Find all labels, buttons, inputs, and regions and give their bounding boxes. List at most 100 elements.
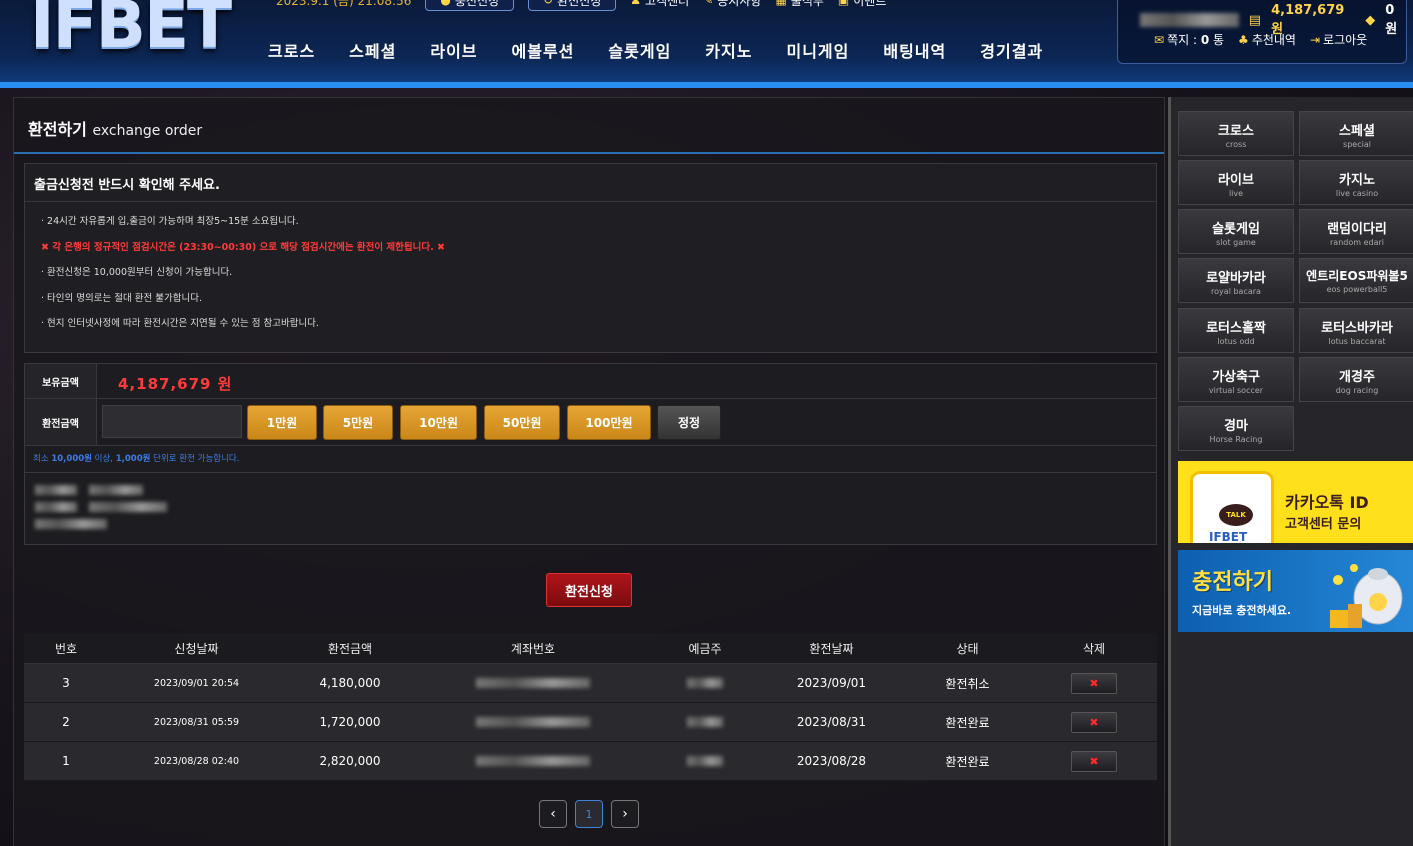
exchange-icon: ↻ — [543, 0, 554, 7]
phone-icon: TALK IFBET — [1190, 471, 1274, 543]
customer-center-link[interactable]: ♟ 고객센터 — [630, 0, 689, 9]
exchange-form: 보유금액 4,187,679 원 환전금액 1만원 5만원 10만원 50만원 … — [24, 363, 1157, 545]
side-game-live[interactable]: 라이브 live — [1178, 160, 1294, 205]
kakao-banner[interactable]: TALK IFBET 카카오톡 ID 고객센터 문의 — [1178, 461, 1413, 543]
notice-item: · 타인의 명의로는 절대 환전 불가합니다. — [41, 292, 202, 304]
nav-results[interactable]: 경기결과 — [980, 38, 1043, 62]
coin-icon: ● — [440, 0, 451, 7]
banner-logo: IFBET — [1209, 530, 1248, 543]
envelope-icon: ✉ — [1154, 33, 1165, 47]
account-holder-redacted — [687, 678, 723, 688]
side-game-random-edari[interactable]: 랜덤이다리 random edari — [1299, 209, 1413, 254]
side-game-royal-bacara[interactable]: 로얄바카라 royal bacara — [1178, 258, 1294, 303]
attendance-link[interactable]: ▦ 출석부 — [775, 0, 823, 9]
side-game-dog-racing[interactable]: 개경주 dog racing — [1299, 357, 1413, 402]
deposit-request-button[interactable]: ● 충전신청 — [425, 0, 515, 11]
memo-link[interactable]: ✉ 쪽지 : 0 통 — [1154, 31, 1224, 48]
account-number-redacted — [476, 756, 590, 766]
wallet-icon: ▤ — [1248, 12, 1262, 28]
current-datetime: 2023.9.1 (금) 21:08:56 — [276, 0, 412, 8]
amount-input[interactable] — [102, 405, 242, 438]
side-game-lotus-odd[interactable]: 로터스홀짝 lotus odd — [1178, 308, 1294, 353]
right-sidebar: 크로스 cross 스페셜 special 라이브 live 카지노 live casi… — [1168, 97, 1413, 846]
exchange-history-table: 번호 신청날짜 환전금액 계좌번호 예금주 환전날짜 상태 삭제 3 2023/… — [24, 633, 1157, 781]
table-row: 2 2023/08/31 05:59 1,720,000 2023/08/31 … — [24, 703, 1157, 742]
money-bag-icon — [1330, 564, 1403, 628]
delete-row-button[interactable]: ✖ — [1071, 672, 1117, 694]
side-game-cross[interactable]: 크로스 cross — [1178, 111, 1294, 156]
notice-item: · 현지 인터넷사정에 따라 환전시간은 지연될 수 있는 점 참고바랍니다. — [41, 318, 319, 329]
recommend-link[interactable]: ♣ 추천내역 — [1238, 31, 1296, 48]
side-game-eos-powerball[interactable]: 엔트리EOS파워볼5 eos powerball5 — [1299, 258, 1413, 303]
title-divider — [14, 152, 1164, 154]
nav-bet-history[interactable]: 배팅내역 — [883, 38, 946, 62]
diamond-icon: ◆ — [1365, 12, 1376, 28]
prev-page-button[interactable]: ‹ — [539, 800, 567, 828]
kakao-talk-icon: TALK — [1219, 504, 1253, 526]
side-game-slot[interactable]: 슬롯게임 slot game — [1178, 209, 1294, 254]
side-game-special[interactable]: 스페셜 special — [1299, 111, 1413, 156]
pagination: ‹ 1 › — [539, 800, 639, 828]
add-1000000-button[interactable]: 100만원 — [567, 405, 651, 440]
kakao-title: 카카오톡 ID — [1285, 493, 1369, 512]
main-nav: 크로스 스페셜 라이브 에볼루션 슬롯게임 카지노 미니게임 배팅내역 경기결과 — [268, 38, 1077, 62]
side-game-virtual-soccer[interactable]: 가상축구 virtual soccer — [1178, 357, 1294, 402]
exchange-panel: 환전하기 exchange order 출금신청전 반드시 확인해 주세요. ·… — [13, 97, 1165, 846]
next-page-button[interactable]: › — [611, 800, 639, 828]
account-number-redacted — [476, 717, 590, 727]
add-100000-button[interactable]: 10만원 — [400, 405, 477, 440]
balance-value: 4,187,679 원 — [118, 375, 233, 393]
add-10000-button[interactable]: 1만원 — [247, 405, 317, 440]
notice-item: · 환전신청은 10,000원부터 신청이 가능합니다. — [41, 267, 233, 278]
logout-link[interactable]: ⇥ 로그아웃 — [1310, 31, 1367, 48]
headset-icon: ♟ — [630, 0, 642, 7]
exchange-submit-button[interactable]: 환전신청 — [546, 573, 632, 607]
notice-item: · 24시간 자유롭게 입,출금이 가능하며 최장5~15분 소요됩니다. — [41, 216, 299, 227]
reset-amount-button[interactable]: 정정 — [657, 405, 721, 440]
side-game-casino[interactable]: 카지노 live casino — [1299, 160, 1413, 205]
user-name-redacted — [1140, 13, 1239, 27]
balance-label: 보유금액 — [25, 364, 97, 398]
nav-live[interactable]: 라이브 — [430, 38, 477, 62]
notice-item-warning: ✖ 각 은행의 정규적인 점검시간은 (23:30~00:30) 으로 해당 점… — [41, 241, 445, 253]
calendar-icon: ▦ — [775, 0, 787, 7]
account-holder-redacted — [687, 717, 723, 727]
user-point: 0원 — [1385, 3, 1398, 37]
side-game-horse-racing[interactable]: 경마 Horse Racing — [1178, 406, 1294, 451]
add-500000-button[interactable]: 50만원 — [484, 405, 560, 440]
nav-evolution[interactable]: 에볼루션 — [512, 38, 575, 62]
side-game-lotus-baccarat[interactable]: 로터스바카라 lotus baccarat — [1299, 308, 1413, 353]
table-row: 3 2023/09/01 20:54 4,180,000 2023/09/01 … — [24, 664, 1157, 703]
event-link[interactable]: ▣ 이벤트 — [838, 0, 886, 9]
nav-cross[interactable]: 크로스 — [268, 38, 315, 62]
notice-list: · 24시간 자유롭게 입,출금이 가능하며 최장5~15분 소요됩니다. ✖ … — [25, 202, 1156, 340]
charge-title: 충전하기 — [1192, 570, 1273, 595]
gift-icon: ▣ — [837, 0, 850, 7]
charge-banner[interactable]: 충전하기 지금바로 충전하세요. — [1178, 550, 1413, 632]
account-number-redacted — [476, 678, 590, 688]
delete-row-button[interactable]: ✖ — [1071, 750, 1117, 772]
withdraw-request-button[interactable]: ↻ 환전신청 — [528, 0, 617, 11]
charge-subtitle: 지금바로 충전하세요. — [1192, 604, 1292, 617]
notice-link[interactable]: ✎ 공지사항 — [703, 0, 761, 9]
add-50000-button[interactable]: 5만원 — [323, 405, 393, 440]
site-logo[interactable]: IFBET — [30, 0, 232, 63]
nav-slot[interactable]: 슬롯게임 — [608, 38, 671, 62]
amount-label: 환전금액 — [25, 399, 97, 445]
table-header: 번호 신청날짜 환전금액 계좌번호 예금주 환전날짜 상태 삭제 — [24, 633, 1157, 664]
nav-special[interactable]: 스페셜 — [349, 38, 396, 62]
notice-heading: 출금신청전 반드시 확인해 주세요. — [25, 164, 1156, 202]
balance-row: 보유금액 4,187,679 원 — [25, 364, 1156, 399]
delete-row-button[interactable]: ✖ — [1071, 711, 1117, 733]
page-1-button[interactable]: 1 — [575, 800, 603, 828]
table-row: 1 2023/08/28 02:40 2,820,000 2023/08/28 … — [24, 742, 1157, 781]
kakao-subtitle: 고객센터 문의 — [1285, 517, 1362, 532]
megaphone-icon: ✎ — [703, 0, 714, 7]
notice-box: 출금신청전 반드시 확인해 주세요. · 24시간 자유롭게 입,출금이 가능하… — [24, 163, 1157, 353]
amount-hint: 최소 10,000원 이상, 1,000원 단위로 환전 가능합니다. — [33, 454, 240, 464]
logout-icon: ⇥ — [1309, 33, 1321, 47]
page-title: 환전하기 exchange order — [28, 120, 203, 139]
nav-minigame[interactable]: 미니게임 — [786, 38, 849, 62]
account-holder-redacted — [687, 756, 723, 766]
nav-casino[interactable]: 카지노 — [705, 38, 752, 62]
